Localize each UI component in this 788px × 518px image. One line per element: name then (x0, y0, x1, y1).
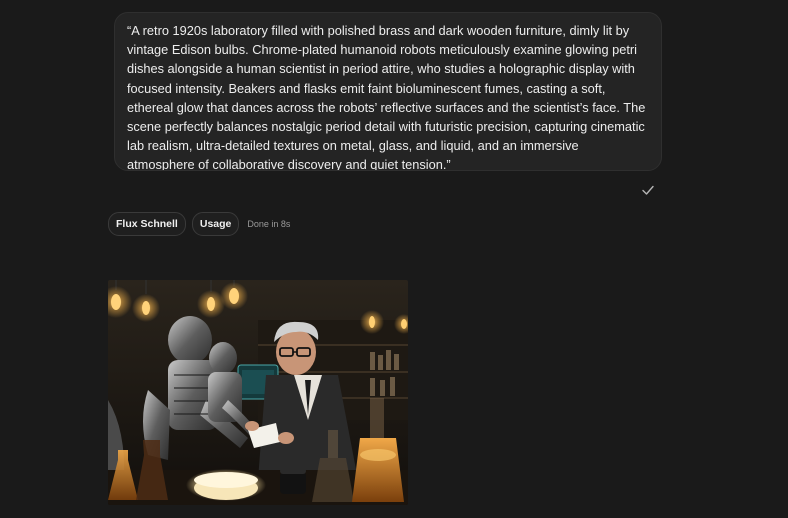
check-icon (642, 185, 654, 195)
model-chip[interactable]: Flux Schnell (108, 212, 186, 236)
generation-meta-row: Flux Schnell Usage Done in 8s (108, 212, 290, 236)
generation-status: Done in 8s (247, 219, 291, 229)
user-prompt-bubble: “A retro 1920s laboratory filled with po… (114, 12, 662, 171)
chat-page: “A retro 1920s laboratory filled with po… (0, 0, 788, 518)
generated-image[interactable] (108, 280, 408, 505)
usage-chip[interactable]: Usage (191, 212, 240, 236)
generated-image-art (108, 280, 408, 505)
